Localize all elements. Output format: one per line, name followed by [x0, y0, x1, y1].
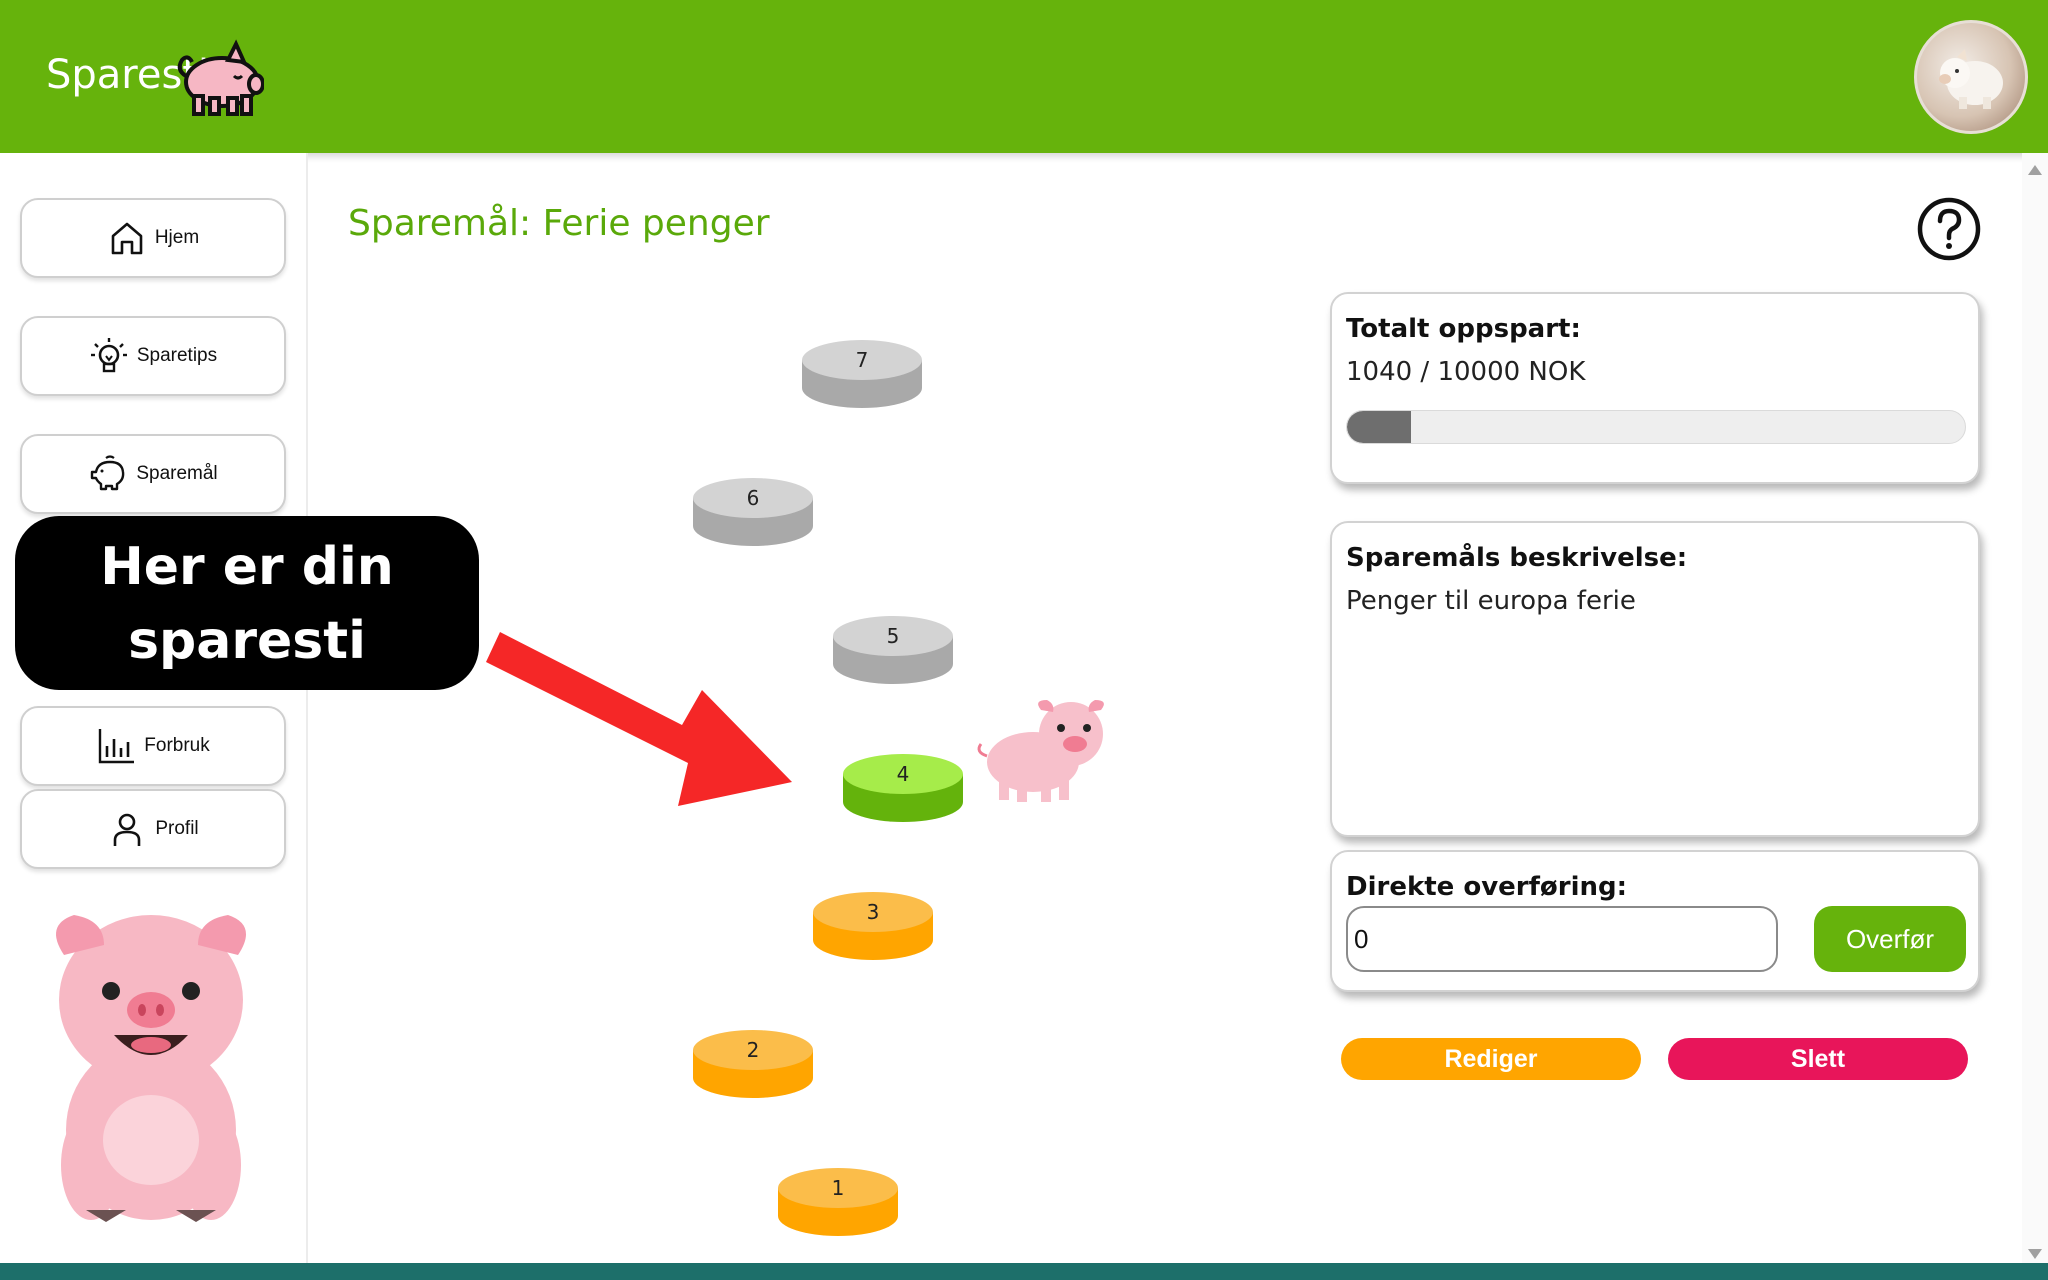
- sidebar-item-label: Sparetips: [136, 345, 218, 366]
- help-icon[interactable]: [1916, 196, 1982, 262]
- path-step-3[interactable]: 3: [813, 892, 933, 960]
- transfer-button[interactable]: Overfør: [1814, 906, 1966, 972]
- total-savings-title: Totalt oppspart:: [1346, 314, 1581, 344]
- total-savings-card: Totalt oppspart: 1040 / 10000 NOK: [1330, 292, 1980, 484]
- bar-chart-icon: [99, 729, 135, 764]
- pig-character-icon: [977, 700, 1104, 802]
- path-step-number: 3: [867, 900, 880, 924]
- goal-description-card: Sparemåls beskrivelse: Penger til europa…: [1330, 521, 1980, 837]
- path-step-6[interactable]: 6: [693, 478, 813, 546]
- path-step-number: 1: [832, 1176, 845, 1200]
- description-title: Sparemåls beskrivelse:: [1346, 543, 1688, 573]
- path-step-2[interactable]: 2: [693, 1030, 813, 1098]
- user-icon: [114, 813, 141, 846]
- sidebar-item-sparetips[interactable]: Sparetips: [20, 316, 286, 396]
- home-icon: [111, 222, 143, 255]
- transfer-amount-input[interactable]: [1346, 906, 1778, 972]
- scrollbar[interactable]: [2022, 153, 2048, 1263]
- total-savings-value: 1040 / 10000 NOK: [1346, 357, 1586, 387]
- tooltip-line: sparesti: [128, 611, 366, 671]
- sidebar-item-forbruk[interactable]: Forbruk: [20, 706, 286, 786]
- savings-progress-fill: [1347, 411, 1412, 443]
- savings-progress-bar: [1346, 410, 1966, 444]
- app-header: Sparesti: [0, 0, 2048, 153]
- transfer-title: Direkte overføring:: [1346, 872, 1628, 902]
- path-step-7[interactable]: 7: [802, 340, 922, 408]
- scroll-up-arrow-icon[interactable]: [2028, 165, 2042, 175]
- sidebar: Hjem Sparetips Sparemål Forbruk Profil: [0, 153, 308, 1263]
- delete-button[interactable]: Slett: [1668, 1038, 1968, 1080]
- tooltip-line: Her er din: [100, 537, 394, 597]
- sidebar-item-label: Hjem: [154, 227, 200, 248]
- os-taskbar: [0, 1263, 2048, 1280]
- sidebar-item-hjem[interactable]: Hjem: [20, 198, 286, 278]
- path-step-number: 6: [747, 486, 760, 510]
- onboarding-tooltip: Her er din sparesti: [15, 516, 479, 690]
- arrow-pointer-icon: [486, 632, 792, 806]
- sidebar-item-sparemal[interactable]: Sparemål: [20, 434, 286, 514]
- path-step-number: 7: [856, 348, 869, 372]
- path-step-4[interactable]: 4: [843, 754, 963, 822]
- piggy-bank-avatar: [1939, 49, 2003, 109]
- edit-button[interactable]: Rediger: [1341, 1038, 1641, 1080]
- path-step-number: 4: [897, 762, 910, 786]
- piggy-bank-icon: [91, 455, 125, 491]
- sidebar-item-label: Profil: [155, 818, 199, 839]
- pig-icon: [177, 39, 264, 116]
- path-step-5[interactable]: 5: [833, 616, 953, 684]
- path-step-number: 5: [887, 624, 900, 648]
- description-text: Penger til europa ferie: [1346, 586, 1636, 616]
- path-step-1[interactable]: 1: [778, 1168, 898, 1236]
- direct-transfer-card: Direkte overføring: Overfør: [1330, 850, 1980, 992]
- pig-mascot-illustration: [56, 915, 246, 1222]
- lightbulb-icon: [90, 338, 127, 373]
- sidebar-item-label: Forbruk: [144, 735, 210, 756]
- sidebar-item-label: Sparemål: [136, 463, 218, 484]
- path-step-number: 2: [747, 1038, 760, 1062]
- page-title: Sparemål: Ferie penger: [348, 203, 770, 244]
- scroll-down-arrow-icon[interactable]: [2028, 1249, 2042, 1259]
- avatar[interactable]: [1914, 20, 2028, 134]
- sidebar-item-profil[interactable]: Profil: [20, 789, 286, 869]
